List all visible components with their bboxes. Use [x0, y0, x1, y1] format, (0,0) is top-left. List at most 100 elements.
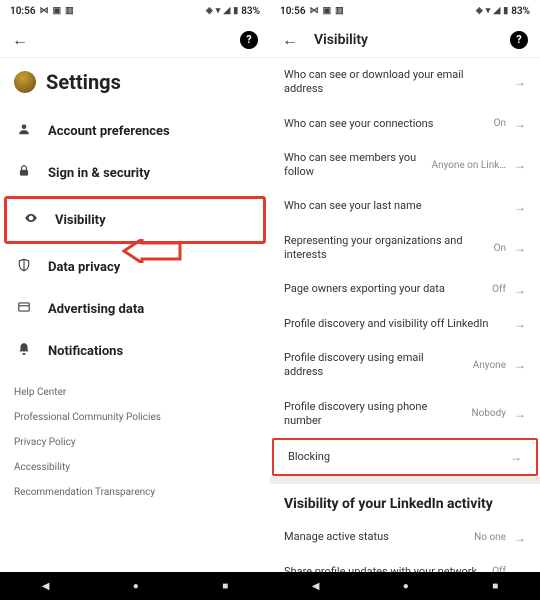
footer-link[interactable]: Recommendation Transparency [14, 480, 256, 505]
section-header: Visibility of your LinkedIn activity [270, 484, 540, 520]
help-icon[interactable]: ? [510, 31, 528, 49]
footer-link[interactable]: Help Center [14, 380, 256, 405]
menu-notifications[interactable]: Notifications [0, 330, 270, 372]
status-battery-icon: ▮ [233, 6, 238, 16]
status-battery-pct: 83% [511, 6, 530, 17]
status-signal-icon: ◢ [493, 6, 500, 16]
left-screen: 10:56 ⋈ ▣ ▥ ◈ ▾ ◢ ▮ 83% ← ? Settings Acc… [0, 0, 270, 600]
status-bar: 10:56 ⋈ ▣ ▥ ◈ ▾ ◢ ▮ 83% [270, 0, 540, 22]
chevron-right-icon: → [514, 158, 526, 172]
status-chat-icon: ▣ [323, 6, 332, 16]
menu-label: Data privacy [48, 260, 120, 275]
nav-recent-icon[interactable]: ■ [222, 581, 228, 592]
android-nav-bar: ◀ ● ■ [0, 572, 270, 600]
back-icon[interactable]: ← [282, 30, 298, 50]
status-signal-icon: ◢ [223, 6, 230, 16]
list-label: Who can see or download your email addre… [284, 68, 498, 97]
status-battery-icon: ▮ [503, 6, 508, 16]
list-label: Who can see members you follow [284, 151, 423, 180]
list-item[interactable]: Who can see your last name → [270, 189, 540, 223]
chevron-right-icon: → [514, 407, 526, 421]
status-4g-icon: ▥ [335, 6, 344, 16]
list-value: On [494, 243, 506, 254]
list-label: Representing your organizations and inte… [284, 234, 486, 263]
list-label: Page owners exporting your data [284, 282, 484, 296]
status-4g-icon: ▥ [65, 6, 74, 16]
footer-link[interactable]: Privacy Policy [14, 430, 256, 455]
list-item[interactable]: Page owners exporting your data Off → [270, 272, 540, 306]
list-label: Manage active status [284, 530, 466, 544]
lock-icon [16, 164, 32, 182]
back-icon[interactable]: ← [12, 30, 28, 50]
list-item[interactable]: Who can see or download your email addre… [270, 58, 540, 107]
list-value: Off [492, 284, 506, 295]
footer-link[interactable]: Professional Community Policies [14, 405, 256, 430]
chevron-right-icon: → [514, 283, 526, 297]
status-sync-icon: ◈ [476, 6, 483, 16]
chevron-right-icon: → [514, 358, 526, 372]
menu-account-preferences[interactable]: Account preferences [0, 110, 270, 152]
list-label: Profile discovery using email address [284, 351, 465, 380]
visibility-highlight: Visibility [4, 196, 266, 244]
nav-back-icon[interactable]: ◀ [312, 581, 320, 592]
page-title: Settings [46, 70, 121, 94]
menu-advertising-data[interactable]: Advertising data [0, 288, 270, 330]
android-nav-bar: ◀ ● ■ [270, 572, 540, 600]
avatar[interactable] [14, 71, 36, 93]
nav-home-icon[interactable]: ● [133, 581, 139, 592]
menu-label: Notifications [48, 344, 123, 359]
list-value: Anyone on Link… [431, 160, 506, 171]
list-item[interactable]: Manage active status No one → [270, 520, 540, 554]
list-item[interactable]: Profile discovery using email address An… [270, 341, 540, 390]
nav-back-icon[interactable]: ◀ [42, 581, 50, 592]
chevron-right-icon: → [514, 317, 526, 331]
app-header: ← ? [0, 22, 270, 58]
chevron-right-icon: → [514, 200, 526, 214]
shield-icon [16, 258, 32, 276]
chevron-right-icon: → [514, 241, 526, 255]
menu-label: Account preferences [48, 124, 170, 139]
section-divider [270, 476, 540, 484]
footer-links: Help Center Professional Community Polic… [0, 372, 270, 513]
menu-data-privacy[interactable]: Data privacy [0, 246, 270, 288]
status-app-icon: ⋈ [310, 6, 319, 16]
chevron-right-icon: → [514, 75, 526, 89]
status-wifi-icon: ▾ [486, 6, 491, 16]
list-item[interactable]: Share profile updates with your network … [270, 555, 540, 572]
status-chat-icon: ▣ [53, 6, 62, 16]
chevron-right-icon: → [514, 117, 526, 131]
status-wifi-icon: ▾ [216, 6, 221, 16]
list-item[interactable]: Who can see your connections On → [270, 107, 540, 141]
ad-icon [16, 300, 32, 318]
nav-home-icon[interactable]: ● [403, 581, 409, 592]
list-item[interactable]: Profile discovery using phone number Nob… [270, 390, 540, 439]
person-icon [16, 122, 32, 140]
list-label: Profile discovery using phone number [284, 400, 463, 429]
right-screen: 10:56 ⋈ ▣ ▥ ◈ ▾ ◢ ▮ 83% ← Visibility ? W… [270, 0, 540, 600]
menu-label: Visibility [55, 213, 106, 228]
list-value: Nobody [471, 408, 506, 419]
menu-signin-security[interactable]: Sign in & security [0, 152, 270, 194]
list-item[interactable]: Who can see members you follow Anyone on… [270, 141, 540, 190]
header-title: Visibility [314, 32, 494, 48]
list-value: On [494, 118, 506, 129]
footer-link[interactable]: Accessibility [14, 455, 256, 480]
nav-recent-icon[interactable]: ■ [492, 581, 498, 592]
eye-icon [23, 211, 39, 229]
menu-label: Advertising data [48, 302, 144, 317]
status-sync-icon: ◈ [206, 6, 213, 16]
status-time: 10:56 [10, 6, 36, 17]
status-app-icon: ⋈ [40, 6, 49, 16]
bell-icon [16, 342, 32, 360]
status-bar: 10:56 ⋈ ▣ ▥ ◈ ▾ ◢ ▮ 83% [0, 0, 270, 22]
menu-visibility[interactable]: Visibility [7, 199, 263, 241]
list-value: Anyone [473, 360, 506, 371]
list-item[interactable]: Representing your organizations and inte… [270, 224, 540, 273]
list-item[interactable]: Profile discovery and visibility off Lin… [270, 307, 540, 341]
list-value: No one [474, 532, 506, 543]
help-icon[interactable]: ? [240, 31, 258, 49]
blocking-highlight: Blocking → [272, 438, 538, 476]
list-label: Who can see your last name [284, 199, 498, 213]
list-label: Who can see your connections [284, 117, 486, 131]
list-item-blocking[interactable]: Blocking → [274, 440, 536, 474]
